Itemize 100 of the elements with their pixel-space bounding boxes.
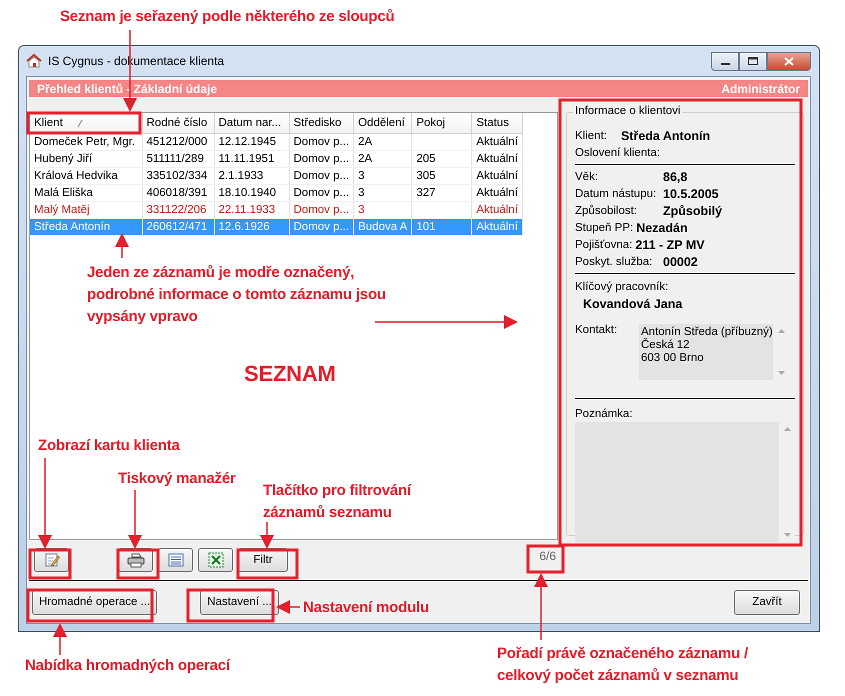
contact-line: Česká 12	[641, 339, 691, 352]
list-icon	[168, 553, 184, 567]
close-icon	[784, 56, 794, 66]
table-cell: 305	[412, 168, 472, 184]
table-row[interactable]: Hubený Jiří 511111/289 11.11.1951 Domov p... 2A 205 Aktuální	[30, 150, 522, 168]
close-window-button[interactable]: Zavřít	[734, 590, 800, 614]
annotation-text: SEZNAM	[244, 360, 337, 388]
table-cell: Aktuální	[472, 134, 522, 150]
field-value: 86,8	[663, 170, 688, 184]
list-button[interactable]	[158, 548, 193, 572]
table-cell: Domov p...	[289, 218, 354, 236]
field-label: Klient:	[575, 130, 607, 142]
annotation-text: Seznam je seřazený podle některého ze sloupců	[60, 7, 396, 27]
table-cell: Králová Hedvika	[30, 168, 142, 184]
arrow	[534, 573, 548, 640]
sort-icon	[76, 118, 83, 128]
arrow	[276, 600, 300, 614]
column-header[interactable]: Pokoj	[412, 113, 472, 134]
table-cell: Aktuální	[472, 184, 522, 202]
scroll-up-icon	[784, 427, 790, 431]
annotation-text: Zobrazí kartu klienta	[38, 436, 181, 456]
table-row[interactable]: Malá Eliška 406018/391 18.10.1940 Domov p... 3 327 Aktuální	[30, 184, 522, 202]
printer-icon	[126, 552, 144, 568]
column-header[interactable]: Rodné číslo	[142, 113, 214, 134]
table-cell: 451212/000	[142, 134, 214, 150]
table-cell: Aktuální	[472, 150, 522, 168]
field-label: Datum nástupu:	[575, 188, 658, 200]
house-icon	[26, 53, 42, 69]
table-cell: 2.1.1933	[214, 168, 289, 184]
field-label: Způsobilost:	[575, 204, 638, 216]
column-header[interactable]: Středisko	[289, 113, 354, 134]
table-cell: Domov p...	[289, 150, 354, 168]
table-cell: 2A	[354, 134, 412, 150]
table-cell: Aktuální	[472, 168, 522, 184]
field-label: Stupeň PP:	[575, 222, 634, 234]
arrow	[128, 490, 142, 549]
field-value: 10.5.2005	[663, 186, 719, 200]
maximize-icon	[748, 57, 758, 65]
annotation-text: Tiskový manažér	[118, 469, 237, 489]
annotation-text: Nabídka hromadných operací	[25, 656, 232, 676]
table-row[interactable]: Domeček Petr, Mgr. 451212/000 12.12.1945 Domov p... 2A Aktuální	[30, 134, 522, 150]
table-cell: Malá Eliška	[30, 184, 142, 202]
note-field[interactable]	[575, 422, 795, 542]
spreadsheet-button[interactable]	[198, 548, 233, 572]
field-label: Pojišťovna:	[575, 238, 632, 250]
table-cell: Domeček Petr, Mgr.	[30, 134, 142, 150]
table-cell: 11.11.1951	[214, 150, 289, 168]
annotation-text: Pořadí právě označeného záznamu / celkový počet záznamů v seznamu	[497, 644, 749, 686]
annotation-text: Jeden ze záznamů je modře označený, podrobné informace o tomto záznamu jsou vypsány vpravo	[87, 263, 387, 326]
column-header[interactable]: Status	[472, 113, 522, 134]
column-header[interactable]: Oddělení	[354, 113, 412, 134]
table-cell: Budova A	[354, 218, 412, 236]
panel-title: Informace o klientovi	[573, 105, 682, 117]
table-cell: Středa Antonín	[30, 218, 142, 236]
table-cell: Domov p...	[289, 134, 354, 150]
field-value: Nezadán	[636, 220, 688, 234]
table-cell: 12.6.1926	[214, 218, 289, 236]
minimize-icon	[720, 63, 730, 65]
field-value: Středa Antonín	[620, 128, 710, 142]
table-cell: Domov p...	[289, 184, 354, 202]
table-cell: 18.10.1940	[214, 184, 289, 202]
contact-line: 603 00 Brno	[641, 352, 705, 365]
table-cell: Domov p...	[289, 168, 354, 184]
footer-button[interactable]: Hromadné operace ...	[32, 590, 158, 614]
spreadsheet-icon	[208, 552, 224, 568]
column-header[interactable]: Datum nar...	[214, 113, 289, 134]
table-cell: 3	[354, 168, 412, 184]
arrow	[260, 522, 274, 549]
table-cell: 327	[412, 184, 472, 202]
table-cell: 12.12.1945	[214, 134, 289, 150]
minimize-button[interactable]	[711, 52, 739, 70]
table-cell: Aktuální	[472, 218, 522, 236]
field-label: Poznámka:	[575, 408, 633, 420]
highlight-frame	[236, 548, 298, 580]
table-cell: 3	[354, 184, 412, 202]
table-cell: 205	[412, 150, 472, 168]
scroll-down-icon	[784, 533, 790, 537]
field-label: Věk:	[575, 170, 600, 182]
highlight-frame	[28, 548, 72, 580]
arrow	[53, 623, 67, 655]
table-cell: 335102/334	[142, 168, 214, 184]
table-cell: 406018/391	[142, 184, 214, 202]
table-row[interactable]: Králová Hedvika 335102/334 2.1.1933 Domov p... 3 305 Aktuální	[30, 168, 522, 184]
maximize-button[interactable]	[739, 52, 767, 70]
annotation-text: Nastavení modulu	[303, 598, 430, 618]
record-counter: 6/6	[539, 549, 556, 563]
field-label: Oslovení klienta:	[575, 146, 660, 158]
user-name: Administrátor	[721, 82, 800, 96]
table-cell: 2A	[354, 150, 412, 168]
annotation-text: Tlačítko pro filtrování záznamů seznamu	[263, 481, 412, 523]
notepad-pencil-icon	[44, 552, 60, 568]
table-cell: Hubený Jiří	[30, 150, 142, 168]
table-cell: 511111/289	[142, 150, 214, 168]
table-cell: 101	[412, 218, 472, 236]
contact-field[interactable]: Antonín Středa (příbuzný) Česká 12 603 00 Brno	[639, 324, 789, 380]
scroll-down-icon	[778, 371, 784, 375]
arrow	[115, 233, 129, 258]
close-button[interactable]	[767, 52, 811, 70]
scroll-up-icon	[778, 329, 784, 333]
table-cell: 260612/471	[142, 218, 214, 236]
